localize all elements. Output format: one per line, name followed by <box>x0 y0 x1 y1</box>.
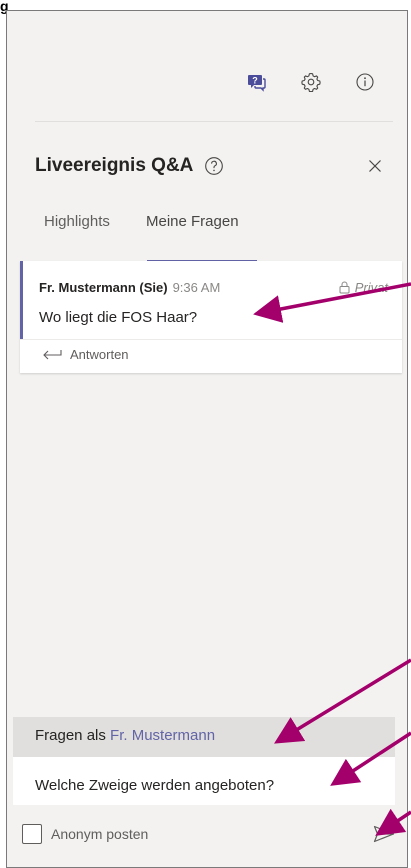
gear-icon[interactable] <box>297 68 325 96</box>
header-divider <box>35 121 393 122</box>
reply-arrow-icon <box>43 349 62 359</box>
author-line: Fr. Mustermann (Sie) 9:36 AM <box>39 280 220 295</box>
screenshot-frame: g ? Liveereignis Q&A Highlights Meine Fr… <box>0 0 411 868</box>
question-message[interactable]: Fr. Mustermann (Sie) 9:36 AM Privat Wo li… <box>20 261 402 339</box>
compose-footer: Anonym posten <box>22 818 397 850</box>
reply-label: Antworten <box>70 347 129 362</box>
panel-toolbar: ? <box>243 68 379 96</box>
reply-button[interactable]: Antworten <box>42 347 129 362</box>
author-name: Fr. Mustermann (Sie) <box>39 280 168 295</box>
card-accent-bar <box>20 261 23 339</box>
anonymous-checkbox[interactable] <box>22 824 42 844</box>
send-icon[interactable] <box>371 821 397 847</box>
timestamp: 9:36 AM <box>172 280 221 295</box>
tab-meine-fragen[interactable]: Meine Fragen <box>146 213 239 230</box>
close-icon[interactable] <box>363 154 387 178</box>
info-icon[interactable] <box>351 68 379 96</box>
compose-user-name: Fr. Mustermann <box>110 727 216 744</box>
tab-bar: Highlights Meine Fragen <box>35 207 393 263</box>
qa-icon[interactable]: ? <box>243 68 271 96</box>
card-divider <box>20 339 402 340</box>
question-input[interactable] <box>13 757 395 805</box>
privacy-label: Privat <box>354 280 388 295</box>
question-text: Wo liegt die FOS Haar? <box>39 309 198 326</box>
panel-title: Liveereignis Q&A <box>35 155 194 176</box>
privacy-badge: Privat <box>339 280 388 295</box>
tab-highlights[interactable]: Highlights <box>44 213 110 230</box>
help-icon[interactable] <box>203 155 225 177</box>
svg-text:?: ? <box>252 76 258 86</box>
compose-identity-bar: Fragen als Fr. Mustermann <box>13 717 395 757</box>
anonymous-label: Anonym posten <box>51 826 149 842</box>
compose-prefix: Fragen als <box>35 727 106 744</box>
panel-header: Liveereignis Q&A <box>35 149 387 183</box>
question-card: Fr. Mustermann (Sie) 9:36 AM Privat Wo li… <box>20 261 402 373</box>
lock-icon <box>339 281 350 294</box>
